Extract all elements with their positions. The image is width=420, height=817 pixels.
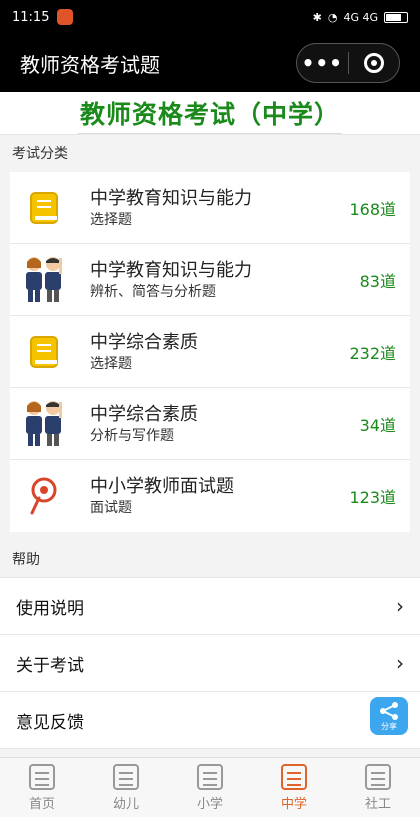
chevron-right-icon: › xyxy=(396,651,404,675)
help-item-label: 关于考试 xyxy=(16,655,84,676)
category-title: 中学教育知识与能力 xyxy=(90,259,252,281)
bluetooth-icon: ✱ xyxy=(312,10,322,24)
share-button[interactable]: 分享 xyxy=(370,697,408,735)
battery-icon xyxy=(384,11,408,23)
category-title: 中学综合素质 xyxy=(90,403,198,425)
category-texts: 中学综合素质 分析与写作题 xyxy=(78,403,330,445)
tab-social-work[interactable]: 社工 xyxy=(336,758,420,817)
category-subtitle: 选择题 xyxy=(90,355,132,372)
exam-title: 教师资格考试（中学） xyxy=(77,95,342,134)
status-bar: 11:15 ✱ ◔ 4G 4G xyxy=(0,0,420,34)
status-icons: ✱ ◔ 4G 4G xyxy=(313,11,408,24)
question-count: 34道 xyxy=(359,415,396,435)
list-icon xyxy=(365,763,391,790)
yellow-book-icon xyxy=(10,333,78,371)
category-texts: 中学教育知识与能力 选择题 xyxy=(78,187,330,229)
tab-label: 中学 xyxy=(280,796,307,812)
page-title: 教师资格考试题 xyxy=(20,52,160,77)
title-bar: 教师资格考试题 ••• xyxy=(0,34,420,92)
tab-label: 社工 xyxy=(364,796,391,812)
category-list: 中学教育知识与能力 选择题 168道 中学教育知识与能力 辨析、简答与分析题 8… xyxy=(10,172,410,532)
category-texts: 中学综合素质 选择题 xyxy=(78,331,330,373)
tab-preschool[interactable]: 幼儿 xyxy=(84,758,168,817)
category-title: 中小学教师面试题 xyxy=(90,476,234,497)
share-icon xyxy=(380,701,398,720)
help-item-feedback[interactable]: 意见反馈 › xyxy=(0,692,420,749)
list-icon xyxy=(281,763,307,790)
category-texts: 中学教育知识与能力 辨析、简答与分析题 xyxy=(78,259,330,301)
help-list: 使用说明 › 关于考试 › 意见反馈 › xyxy=(0,578,420,749)
tab-label: 幼儿 xyxy=(112,796,139,812)
help-item-usage[interactable]: 使用说明 › xyxy=(0,578,420,635)
category-subtitle: 面试题 xyxy=(90,500,132,516)
tab-primary[interactable]: 小学 xyxy=(168,758,252,817)
category-title: 中学综合素质 xyxy=(90,331,198,353)
list-icon xyxy=(113,763,139,790)
help-item-about[interactable]: 关于考试 › xyxy=(0,635,420,692)
categories-section-label: 考试分类 xyxy=(0,134,420,172)
yellow-book-icon xyxy=(10,189,78,227)
question-count: 83道 xyxy=(359,271,396,291)
category-title: 中学教育知识与能力 xyxy=(90,187,252,209)
list-icon xyxy=(29,763,55,790)
students-icon xyxy=(10,398,78,450)
share-label: 分享 xyxy=(381,721,397,731)
exam-header: 教师资格考试（中学） xyxy=(0,92,420,134)
tab-label: 首页 xyxy=(28,796,55,812)
question-count: 123道 xyxy=(349,488,396,507)
bottom-tab-bar: 首页 幼儿 小学 中学 社工 xyxy=(0,757,420,817)
chevron-right-icon: › xyxy=(396,594,404,618)
students-icon xyxy=(10,254,78,306)
category-item[interactable]: 中学教育知识与能力 选择题 168道 xyxy=(10,172,410,244)
question-count: 168道 xyxy=(349,199,396,219)
category-subtitle: 选择题 xyxy=(90,211,132,228)
more-menu-button[interactable]: ••• xyxy=(297,51,348,75)
help-section-label: 帮助 xyxy=(0,532,420,578)
close-miniprogram-button[interactable] xyxy=(349,53,400,73)
list-icon xyxy=(197,763,223,790)
help-item-label: 使用说明 xyxy=(16,598,84,619)
tab-label: 小学 xyxy=(196,796,223,812)
question-count: 232道 xyxy=(349,343,396,363)
category-subtitle: 辨析、简答与分析题 xyxy=(90,283,216,300)
tab-home[interactable]: 首页 xyxy=(0,758,84,817)
category-item[interactable]: 中小学教师面试题 面试题 123道 xyxy=(10,460,410,532)
network-indicator: 4G 4G xyxy=(343,10,378,24)
help-item-label: 意见反馈 xyxy=(16,712,84,733)
category-subtitle: 分析与写作题 xyxy=(90,427,174,444)
app-notification-icon xyxy=(57,9,74,25)
tab-middle-school[interactable]: 中学 xyxy=(252,758,336,817)
status-time: 11:15 xyxy=(12,9,50,25)
pin-icon xyxy=(10,476,78,516)
target-icon xyxy=(363,53,384,73)
category-texts: 中小学教师面试题 面试题 xyxy=(78,475,330,517)
miniprogram-capsule: ••• xyxy=(296,43,400,83)
category-item[interactable]: 中学教育知识与能力 辨析、简答与分析题 83道 xyxy=(10,244,410,316)
wifi-icon: ◔ xyxy=(327,10,338,24)
category-item[interactable]: 中学综合素质 选择题 232道 xyxy=(10,316,410,388)
category-item[interactable]: 中学综合素质 分析与写作题 34道 xyxy=(10,388,410,460)
